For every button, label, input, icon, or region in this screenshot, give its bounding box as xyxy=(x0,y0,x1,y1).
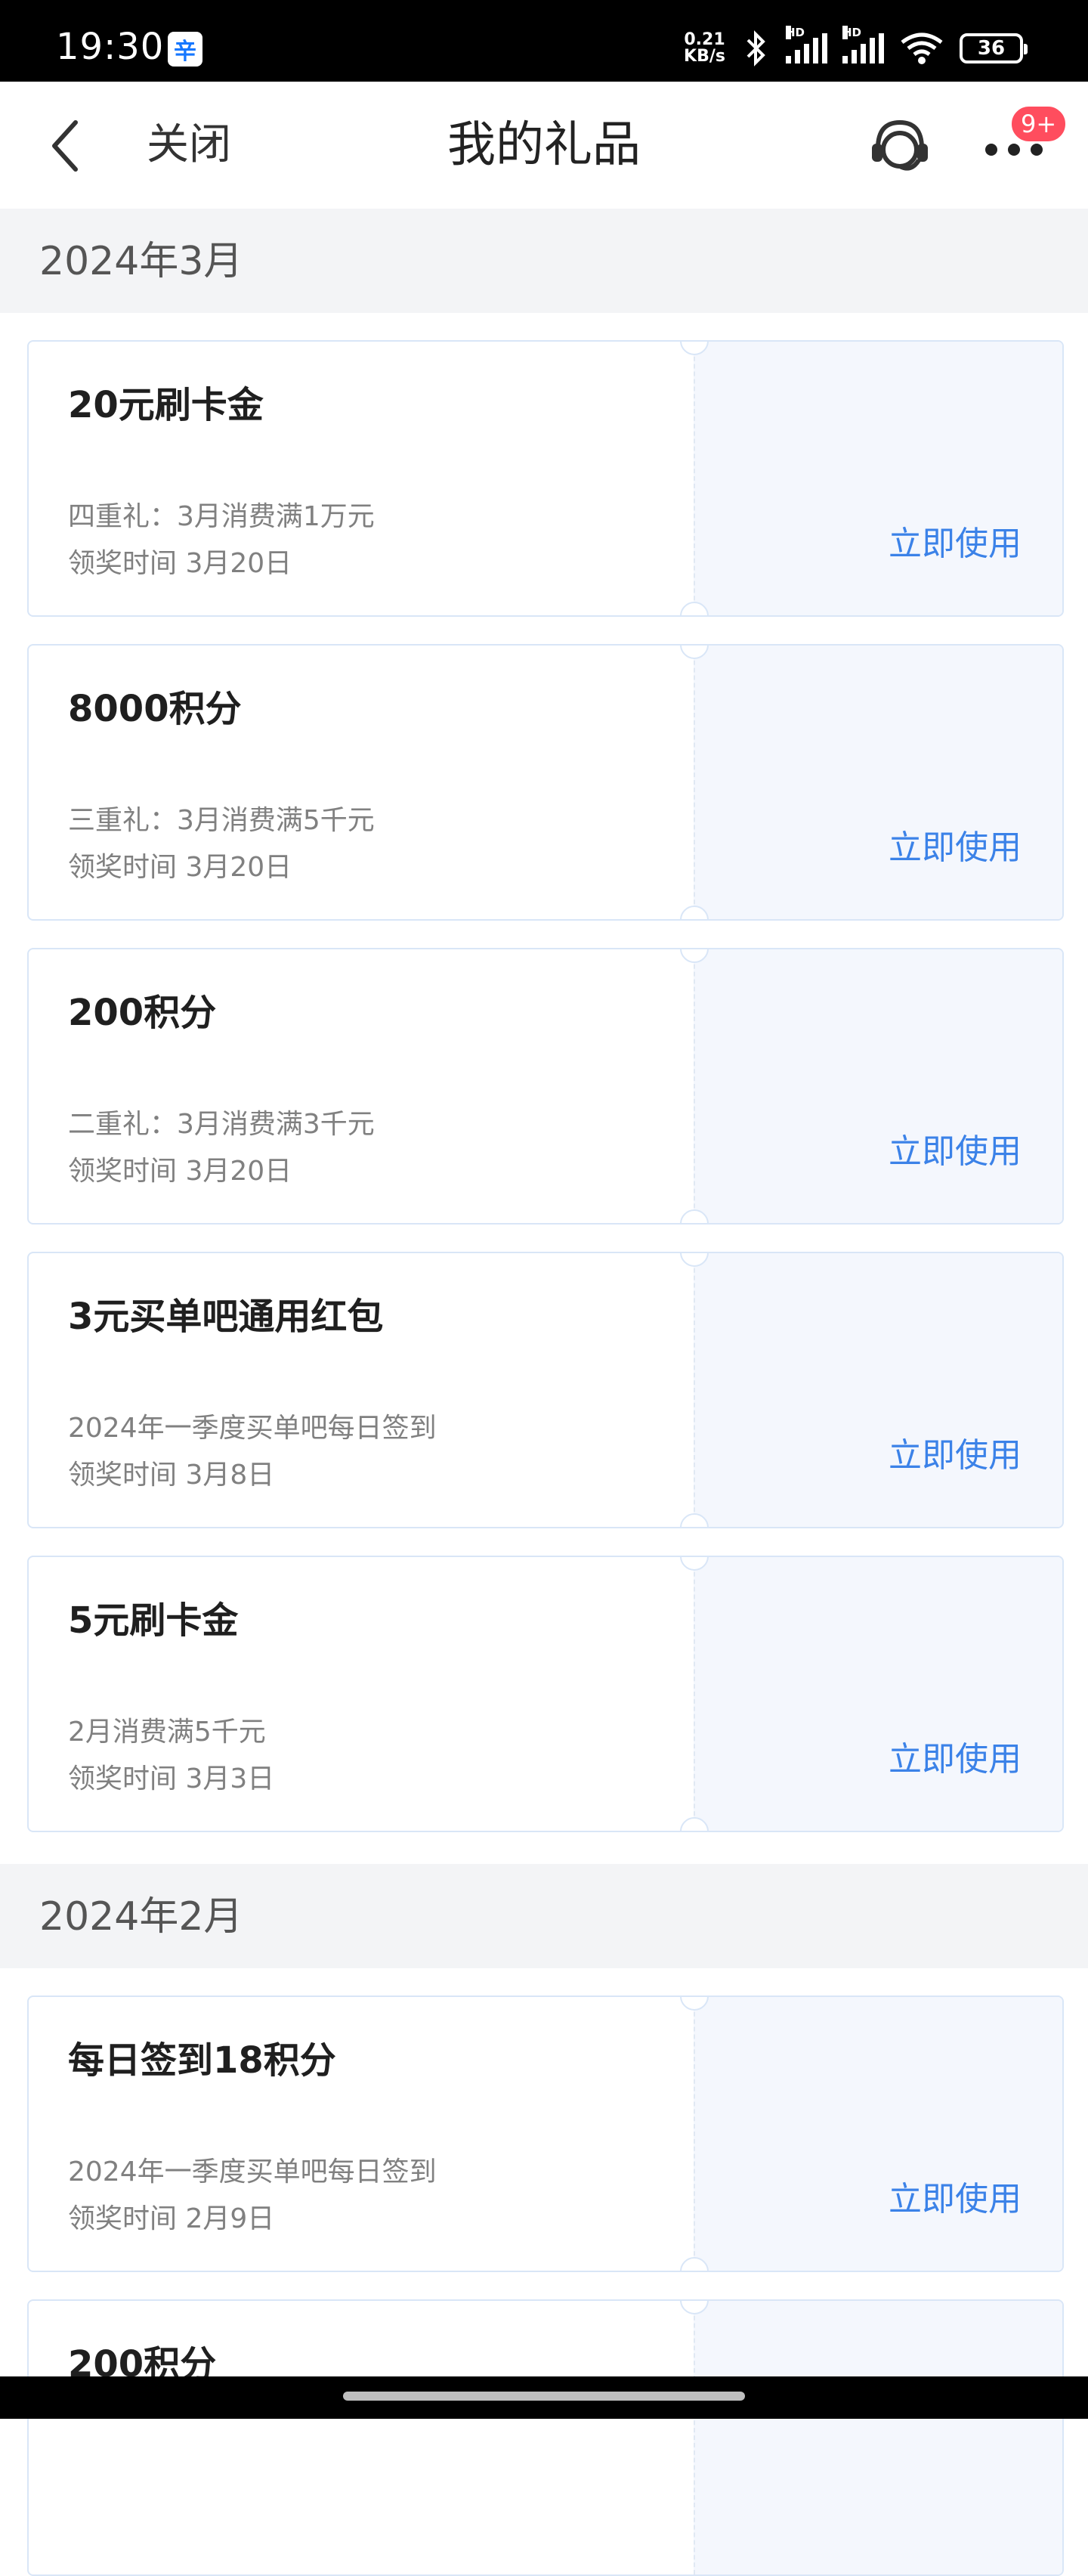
more-options-button[interactable]: 9+ xyxy=(979,104,1068,184)
gift-name: 3元买单吧通用红包 xyxy=(68,1296,384,1338)
status-time: 19:30 xyxy=(56,26,165,68)
section-header-month: 2024年3月 xyxy=(0,209,1088,313)
signal-hd-label: HD xyxy=(786,26,805,39)
gift-card[interactable]: 200积分 xyxy=(27,2299,1064,2576)
gift-card[interactable]: 8000积分 三重礼：3月消费满5千元 领奖时间 3月20日 立即使用 xyxy=(27,644,1064,921)
section-header-month: 2024年2月 xyxy=(0,1864,1088,1968)
gift-card-action-area xyxy=(694,949,1062,1223)
gift-claim-time: 领奖时间 3月8日 xyxy=(68,1460,275,1491)
gift-description: 三重礼：3月消费满5千元 xyxy=(68,805,375,836)
gift-card-action-area xyxy=(694,2301,1062,2574)
gift-name: 8000积分 xyxy=(68,688,242,730)
gift-name: 20元刷卡金 xyxy=(68,384,264,426)
notification-badge: 9+ xyxy=(1009,104,1068,144)
gift-description: 二重礼：3月消费满3千元 xyxy=(68,1109,375,1140)
gift-description: 2024年一季度买单吧每日签到 xyxy=(68,1413,437,1444)
use-now-button[interactable]: 立即使用 xyxy=(889,827,1022,869)
customer-service-icon[interactable] xyxy=(866,113,934,181)
use-now-button[interactable]: 立即使用 xyxy=(889,523,1022,565)
gift-description: 四重礼：3月消费满1万元 xyxy=(68,501,375,532)
bluetooth-icon xyxy=(746,30,765,67)
status-bar: 19:30 辛 0.21 KB/s HD HD 36 xyxy=(0,0,1088,82)
gift-name: 每日签到18积分 xyxy=(68,2039,336,2082)
gift-card-action-area xyxy=(694,1253,1062,1527)
nav-bar: 关闭 我的礼品 9+ xyxy=(0,82,1088,209)
gift-card-action-area xyxy=(694,1997,1062,2271)
gift-card[interactable]: 每日签到18积分 2024年一季度买单吧每日签到 领奖时间 2月9日 立即使用 xyxy=(27,1995,1064,2272)
gift-description: 2月消费满5千元 xyxy=(68,1717,266,1748)
net-speed: 0.21 KB/s xyxy=(684,32,725,65)
app-notification-icon: 辛 xyxy=(168,32,202,67)
gift-name: 5元刷卡金 xyxy=(68,1599,239,1642)
gift-claim-time: 领奖时间 3月20日 xyxy=(68,548,292,579)
net-speed-unit: KB/s xyxy=(684,47,725,66)
gift-card[interactable]: 20元刷卡金 四重礼：3月消费满1万元 领奖时间 3月20日 立即使用 xyxy=(27,340,1064,617)
wifi-icon xyxy=(901,33,943,64)
net-speed-value: 0.21 xyxy=(684,30,725,49)
section-month-label: 2024年2月 xyxy=(39,1894,243,1940)
gift-card-action-area xyxy=(694,646,1062,919)
section-month-label: 2024年3月 xyxy=(39,239,243,284)
gift-card-action-area xyxy=(694,342,1062,615)
gift-claim-time: 领奖时间 3月3日 xyxy=(68,1763,275,1794)
home-indicator[interactable] xyxy=(343,2392,745,2401)
gift-card[interactable]: 200积分 二重礼：3月消费满3千元 领奖时间 3月20日 立即使用 xyxy=(27,948,1064,1225)
signal-icon-1: HD xyxy=(786,26,827,63)
battery-icon: 36 xyxy=(960,33,1028,63)
gift-card[interactable]: 3元买单吧通用红包 2024年一季度买单吧每日签到 领奖时间 3月8日 立即使用 xyxy=(27,1252,1064,1528)
gift-description: 2024年一季度买单吧每日签到 xyxy=(68,2156,437,2187)
use-now-button[interactable]: 立即使用 xyxy=(889,1131,1022,1173)
gift-claim-time: 领奖时间 3月20日 xyxy=(68,852,292,883)
gift-card[interactable]: 5元刷卡金 2月消费满5千元 领奖时间 3月3日 立即使用 xyxy=(27,1556,1064,1832)
gesture-bar xyxy=(0,2376,1088,2419)
signal-hd-label-2: HD xyxy=(842,26,862,39)
use-now-button[interactable]: 立即使用 xyxy=(889,1435,1022,1477)
gift-claim-time: 领奖时间 3月20日 xyxy=(68,1156,292,1187)
use-now-button[interactable]: 立即使用 xyxy=(889,1738,1022,1781)
more-icon xyxy=(985,144,1043,156)
signal-icon-2: HD xyxy=(842,26,884,63)
status-indicators: 0.21 KB/s HD HD 36 xyxy=(684,26,1028,70)
use-now-button[interactable]: 立即使用 xyxy=(889,2178,1022,2221)
gift-claim-time: 领奖时间 2月9日 xyxy=(68,2203,275,2234)
gift-name: 200积分 xyxy=(68,992,217,1034)
gift-card-action-area xyxy=(694,1557,1062,1831)
